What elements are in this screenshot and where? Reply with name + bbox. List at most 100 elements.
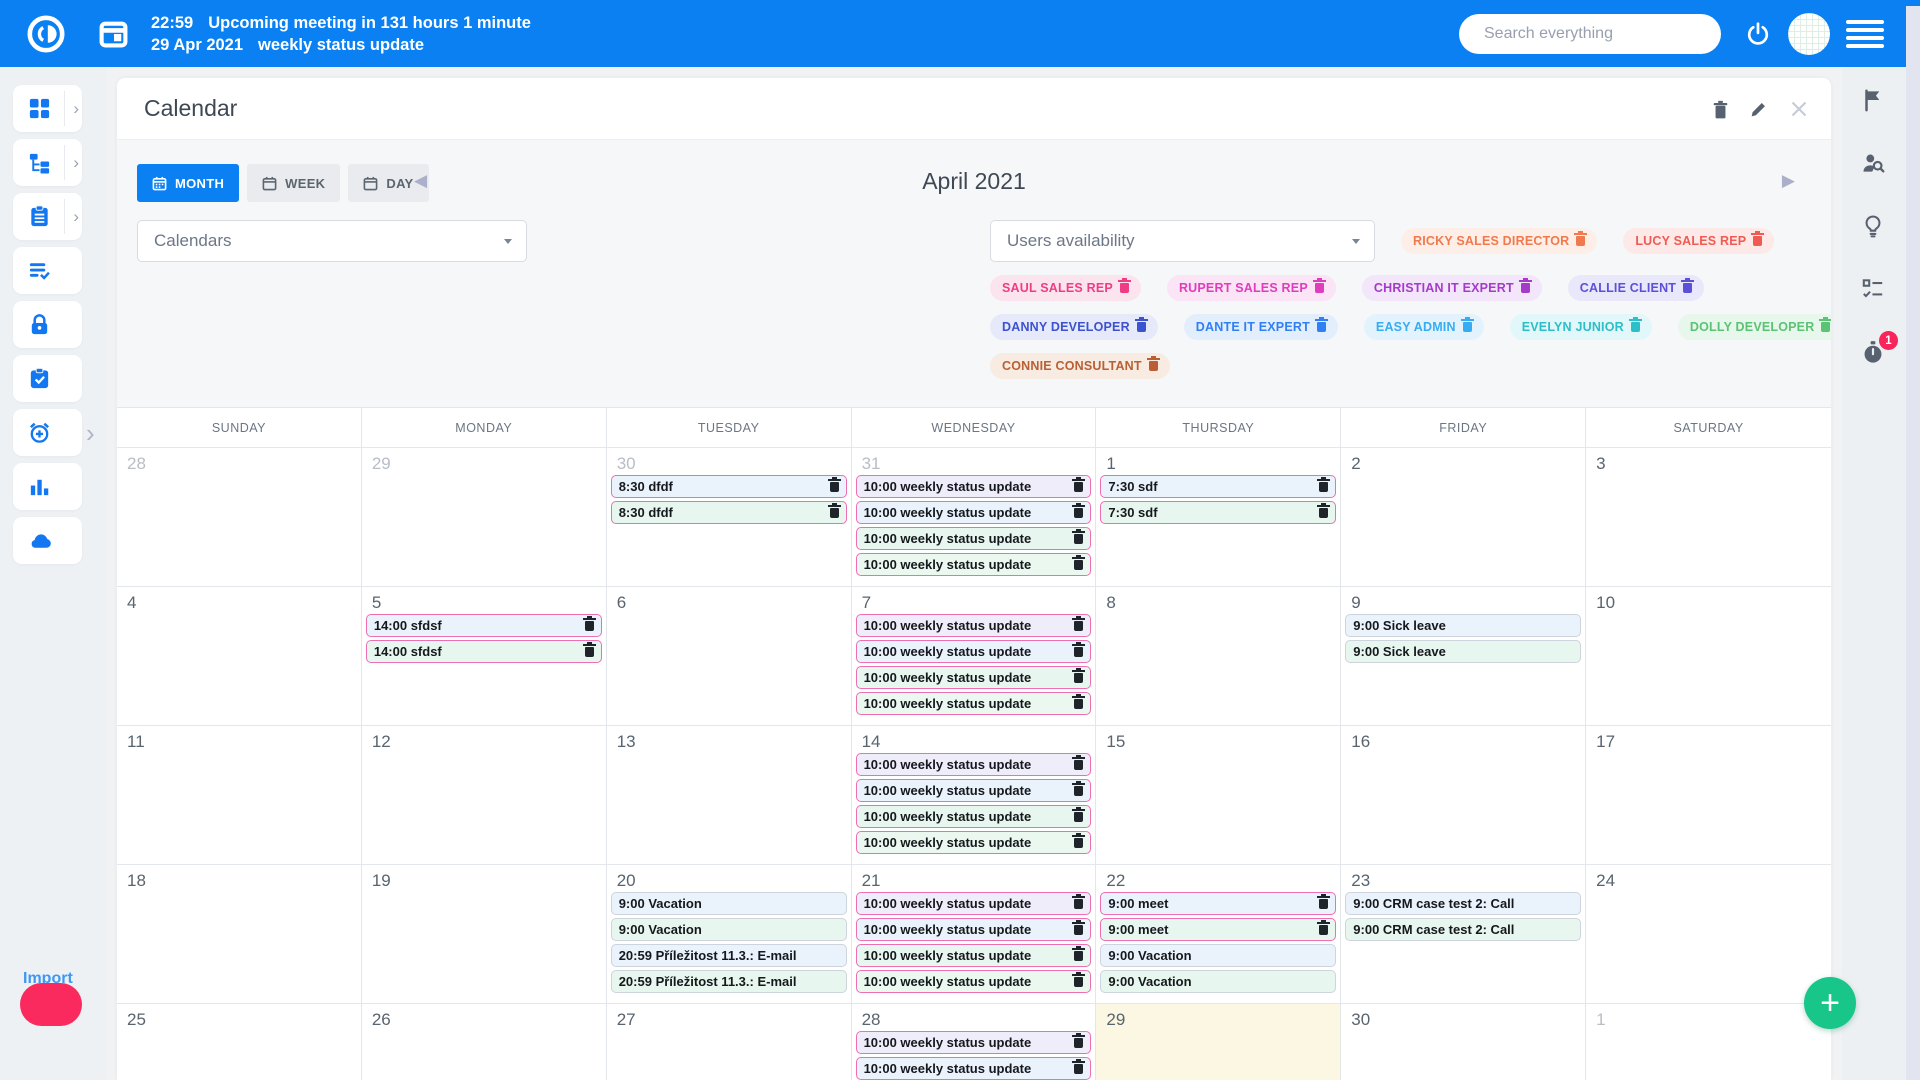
user-tag[interactable]: CHRISTIAN IT EXPERT bbox=[1362, 275, 1542, 301]
trash-icon[interactable] bbox=[1074, 621, 1083, 631]
trash-icon[interactable] bbox=[1317, 322, 1326, 332]
calendar-event[interactable]: 10:00 weekly status update bbox=[856, 944, 1092, 967]
sidebar-item-reminders[interactable] bbox=[13, 409, 82, 456]
calendar-event[interactable]: 10:00 weekly status update bbox=[856, 640, 1092, 663]
calendar-event[interactable]: 7:30 sdf bbox=[1100, 475, 1336, 498]
calendar-event[interactable]: 14:00 sfdsf bbox=[366, 614, 602, 637]
sidebar-expand-chevron[interactable]: › bbox=[86, 418, 95, 449]
calendar-event[interactable]: 10:00 weekly status update bbox=[856, 553, 1092, 576]
trash-icon[interactable] bbox=[1683, 283, 1692, 293]
trash-icon[interactable] bbox=[1074, 812, 1083, 822]
day-cell[interactable]: 17:30 sdf7:30 sdf bbox=[1096, 448, 1341, 586]
calendar-event[interactable]: 20:59 Příležitost 11.3.: E-mail bbox=[611, 970, 847, 993]
trash-icon[interactable] bbox=[1315, 283, 1324, 293]
rail-item-user-search[interactable] bbox=[1860, 150, 1888, 178]
trash-icon[interactable] bbox=[1120, 283, 1129, 293]
calendar-event[interactable]: 10:00 weekly status update bbox=[856, 614, 1092, 637]
user-tag[interactable]: EVELYN JUNIOR bbox=[1510, 314, 1652, 340]
day-cell[interactable]: 11 bbox=[117, 726, 362, 864]
trash-icon[interactable] bbox=[1074, 1038, 1083, 1048]
calendar-event[interactable]: 20:59 Příležitost 11.3.: E-mail bbox=[611, 944, 847, 967]
day-cell[interactable]: 25 bbox=[117, 1004, 362, 1080]
close-icon[interactable] bbox=[1790, 100, 1808, 118]
next-month-arrow[interactable]: ▶ bbox=[1782, 171, 1795, 191]
trash-icon[interactable] bbox=[1521, 283, 1530, 293]
day-cell[interactable]: 8 bbox=[1096, 587, 1341, 725]
calendar-event[interactable]: 10:00 weekly status update bbox=[856, 527, 1092, 550]
trash-icon[interactable] bbox=[585, 647, 594, 657]
day-cell[interactable]: 17 bbox=[1586, 726, 1831, 864]
day-cell[interactable]: 1410:00 weekly status update10:00 weekly… bbox=[852, 726, 1097, 864]
meeting-reminder[interactable]: 22:59 Upcoming meeting in 131 hours 1 mi… bbox=[151, 12, 531, 56]
day-cell[interactable]: 4 bbox=[117, 587, 362, 725]
calendar-event[interactable]: 9:00 meet bbox=[1100, 918, 1336, 941]
scrollbar[interactable] bbox=[1906, 6, 1920, 1080]
calendar-event[interactable]: 10:00 weekly status update bbox=[856, 779, 1092, 802]
hamburger-menu-icon[interactable] bbox=[1846, 20, 1884, 48]
sidebar-item-approvals[interactable] bbox=[13, 355, 82, 402]
calendar-event[interactable]: 7:30 sdf bbox=[1100, 501, 1336, 524]
day-cell[interactable]: 514:00 sfdsf14:00 sfdsf bbox=[362, 587, 607, 725]
calendar-event[interactable]: 9:00 Sick leave bbox=[1345, 614, 1581, 637]
sidebar-item-dashboard[interactable]: › bbox=[13, 85, 82, 132]
calendar-event[interactable]: 14:00 sfdsf bbox=[366, 640, 602, 663]
user-tag[interactable]: LUCY SALES REP bbox=[1623, 228, 1774, 254]
day-cell[interactable]: 24 bbox=[1586, 865, 1831, 1003]
sidebar-item-tasks[interactable] bbox=[13, 247, 82, 294]
sidebar-item-security[interactable] bbox=[13, 301, 82, 348]
day-cell[interactable]: 308:30 dfdf8:30 dfdf bbox=[607, 448, 852, 586]
calendar-event[interactable]: 10:00 weekly status update bbox=[856, 970, 1092, 993]
calendar-event[interactable]: 10:00 weekly status update bbox=[856, 918, 1092, 941]
calendar-event[interactable]: 10:00 weekly status update bbox=[856, 1057, 1092, 1080]
rail-item-flags[interactable] bbox=[1860, 87, 1888, 115]
sidebar-item-cloud[interactable] bbox=[13, 517, 82, 564]
calendar-event[interactable]: 9:00 CRM case test 2: Call bbox=[1345, 918, 1581, 941]
day-cell[interactable]: 18 bbox=[117, 865, 362, 1003]
calendar-event[interactable]: 10:00 weekly status update bbox=[856, 666, 1092, 689]
calendar-event[interactable]: 10:00 weekly status update bbox=[856, 501, 1092, 524]
day-cell[interactable]: 3 bbox=[1586, 448, 1831, 586]
trash-icon[interactable] bbox=[1576, 236, 1585, 246]
day-cell[interactable]: 29 bbox=[1096, 1004, 1341, 1080]
trash-icon[interactable] bbox=[585, 621, 594, 631]
calendar-event[interactable]: 10:00 weekly status update bbox=[856, 805, 1092, 828]
trash-icon[interactable] bbox=[1074, 760, 1083, 770]
calendar-event[interactable]: 9:00 Vacation bbox=[1100, 944, 1336, 967]
day-cell[interactable]: 28 bbox=[117, 448, 362, 586]
rail-item-checklist[interactable] bbox=[1860, 276, 1888, 304]
sidebar-item-org-structure[interactable]: › bbox=[13, 139, 82, 186]
day-cell[interactable]: 16 bbox=[1341, 726, 1586, 864]
trash-icon[interactable] bbox=[1074, 925, 1083, 935]
day-cell[interactable]: 2810:00 weekly status update10:00 weekly… bbox=[852, 1004, 1097, 1080]
day-cell[interactable]: 27 bbox=[607, 1004, 852, 1080]
day-cell[interactable]: 99:00 Sick leave9:00 Sick leave bbox=[1341, 587, 1586, 725]
calendar-event[interactable]: 10:00 weekly status update bbox=[856, 831, 1092, 854]
day-cell[interactable]: 239:00 CRM case test 2: Call9:00 CRM cas… bbox=[1341, 865, 1586, 1003]
day-cell[interactable]: 2 bbox=[1341, 448, 1586, 586]
calendar-event[interactable]: 9:00 Sick leave bbox=[1345, 640, 1581, 663]
trash-icon[interactable] bbox=[1074, 699, 1083, 709]
trash-icon[interactable] bbox=[1074, 838, 1083, 848]
user-tag[interactable]: DANNY DEVELOPER bbox=[990, 314, 1158, 340]
user-tag[interactable]: CONNIE CONSULTANT bbox=[990, 353, 1170, 379]
user-tag[interactable]: RUPERT SALES REP bbox=[1167, 275, 1336, 301]
trash-icon[interactable] bbox=[1074, 647, 1083, 657]
search-input[interactable] bbox=[1459, 14, 1721, 54]
calendar-event[interactable]: 10:00 weekly status update bbox=[856, 753, 1092, 776]
trash-icon[interactable] bbox=[1711, 100, 1730, 120]
calendar-event[interactable]: 10:00 weekly status update bbox=[856, 692, 1092, 715]
trash-icon[interactable] bbox=[1074, 786, 1083, 796]
day-cell[interactable]: 15 bbox=[1096, 726, 1341, 864]
trash-icon[interactable] bbox=[830, 482, 839, 492]
day-cell[interactable]: 229:00 meet9:00 meet9:00 Vacation9:00 Va… bbox=[1096, 865, 1341, 1003]
day-cell[interactable]: 30 bbox=[1341, 1004, 1586, 1080]
day-cell[interactable]: 1 bbox=[1586, 1004, 1831, 1080]
day-cell[interactable]: 10 bbox=[1586, 587, 1831, 725]
day-cell[interactable]: 12 bbox=[362, 726, 607, 864]
user-tag[interactable]: CALLIE CLIENT bbox=[1568, 275, 1704, 301]
trash-icon[interactable] bbox=[1074, 977, 1083, 987]
trash-icon[interactable] bbox=[1319, 925, 1328, 935]
add-event-fab[interactable]: + bbox=[1804, 977, 1856, 1029]
calendar-event[interactable]: 8:30 dfdf bbox=[611, 501, 847, 524]
calendar-event[interactable]: 10:00 weekly status update bbox=[856, 892, 1092, 915]
